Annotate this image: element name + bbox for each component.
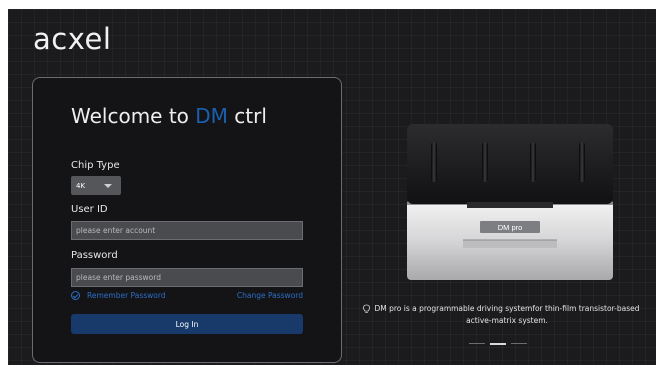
check-circle-icon: [71, 291, 80, 300]
brand-logo: acxel: [33, 22, 112, 56]
welcome-prefix: Welcome to: [71, 104, 196, 128]
login-window: acxel Welcome to DM ctrl Chip Type 4K Us…: [8, 9, 656, 365]
welcome-suffix: ctrl: [227, 104, 267, 128]
password-input[interactable]: [71, 268, 303, 287]
description-text: DM pro is a programmable driving systemf…: [374, 304, 640, 325]
change-password-link[interactable]: Change Password: [237, 291, 303, 300]
login-panel: Welcome to DM ctrl Chip Type 4K User ID …: [32, 77, 342, 363]
device-label: DM pro: [498, 223, 523, 232]
chevron-down-icon: [104, 184, 112, 188]
carousel-dot[interactable]: [511, 343, 527, 344]
login-button[interactable]: Log In: [71, 314, 303, 334]
user-id-label: User ID: [71, 204, 108, 215]
welcome-title: Welcome to DM ctrl: [71, 104, 267, 128]
remember-password-label: Remember Password: [87, 291, 166, 300]
carousel-dot[interactable]: [469, 343, 485, 344]
chip-type-value: 4K: [76, 181, 86, 190]
dm-pro-device-image: DM pro: [407, 124, 613, 280]
chip-type-select[interactable]: 4K: [71, 176, 121, 195]
lightbulb-icon: [362, 304, 371, 313]
carousel-dot-active[interactable]: [490, 342, 506, 345]
welcome-accent: DM: [195, 104, 228, 128]
password-label: Password: [71, 250, 118, 261]
product-description: DM pro is a programmable driving systemf…: [362, 303, 652, 327]
carousel-indicators: [469, 342, 527, 345]
remember-password-checkbox[interactable]: Remember Password: [71, 291, 166, 300]
user-id-input[interactable]: [71, 221, 303, 240]
chip-type-label: Chip Type: [71, 160, 120, 171]
